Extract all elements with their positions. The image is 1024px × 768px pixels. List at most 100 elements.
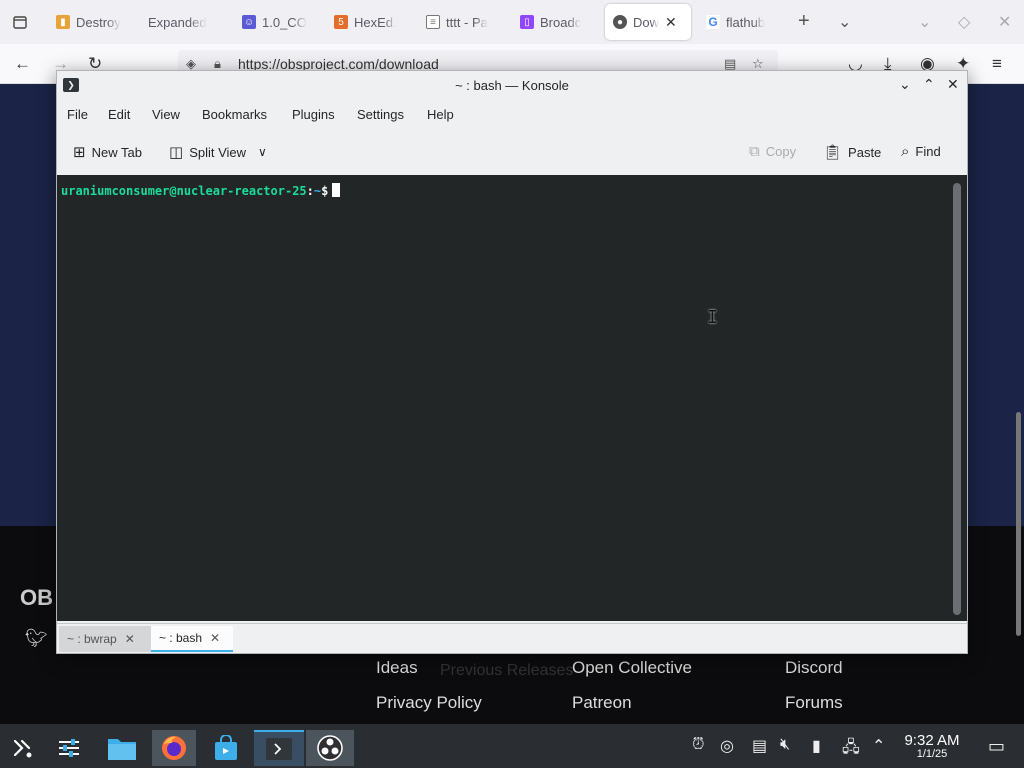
menu-icon[interactable]: ≡ xyxy=(992,54,1002,74)
show-hidden-icons-icon[interactable]: ⌃ xyxy=(872,736,885,756)
tab-title: 1.0_CO xyxy=(262,14,307,30)
bookmark-icon: ▮ xyxy=(56,15,70,29)
prompt-symbol: $ xyxy=(321,184,329,198)
page-icon: ≡ xyxy=(426,15,440,29)
konsole-window: ❯ ~ : bash — Konsole ⌄ ⌃ ✕ File Edit Vie… xyxy=(56,70,968,654)
minimize-icon[interactable]: ⌄ xyxy=(918,12,931,32)
obs-tray-icon[interactable]: ◎ xyxy=(720,736,734,756)
show-desktop-icon[interactable]: ▭ xyxy=(988,736,1005,757)
find-button[interactable]: ⌕ Find xyxy=(901,143,941,160)
split-view-icon: ◫ xyxy=(169,144,184,161)
link-privacy-policy[interactable]: Privacy Policy xyxy=(376,693,482,713)
google-icon: G xyxy=(706,15,720,29)
tab-title: Expanded xyxy=(148,14,207,30)
browser-tab-bar: ▮ Destroy Expanded ☺ 1.0_CO 5 HexEd. ≡ t… xyxy=(0,0,1024,44)
prompt-separator: : xyxy=(306,184,314,198)
minimize-window-icon[interactable]: ⌄ xyxy=(899,76,911,93)
storage-device-icon[interactable]: ▮ xyxy=(812,736,821,756)
previous-releases-text: Previous Releases xyxy=(440,662,574,679)
tab-title: Destroy xyxy=(76,14,121,30)
discover-store-icon[interactable] xyxy=(204,730,248,766)
clock-date[interactable]: 1/1/25 xyxy=(900,748,964,760)
tab-title: flathub xyxy=(726,14,766,30)
copy-button[interactable]: ⧉ Copy xyxy=(749,143,796,160)
browser-tab[interactable]: Expanded xyxy=(140,4,222,40)
file-manager-icon[interactable] xyxy=(100,730,144,766)
volume-muted-icon[interactable]: 🔇︎ xyxy=(780,736,790,754)
clock-time[interactable]: 9:32 AM xyxy=(900,732,964,749)
konsole-title-bar[interactable]: ❯ ~ : bash — Konsole ⌄ ⌃ ✕ xyxy=(57,71,967,99)
split-view-label: Split View xyxy=(189,144,247,160)
browser-tab-active[interactable]: ● Dow ✕ xyxy=(605,4,691,40)
link-patreon[interactable]: Patreon xyxy=(572,693,632,713)
chevron-down-icon[interactable]: ⌄ xyxy=(838,12,851,32)
split-view-button[interactable]: ◫ Split View ∨ xyxy=(169,143,267,161)
browser-tab[interactable]: G flathub xyxy=(698,4,786,40)
twitch-icon: ▯ xyxy=(520,15,534,29)
menu-edit[interactable]: Edit xyxy=(108,107,130,122)
firefox-icon[interactable] xyxy=(152,730,196,766)
chevron-down-icon[interactable]: ∨ xyxy=(258,145,267,159)
maximize-window-icon[interactable]: ⌃ xyxy=(923,76,935,93)
network-icon[interactable]: 🖧︎ xyxy=(842,736,860,763)
twitter-icon[interactable]: 🐦︎ xyxy=(25,628,48,649)
paste-button[interactable]: 📋︎ Paste xyxy=(823,143,881,161)
tab-title: Dow xyxy=(633,14,660,30)
close-icon[interactable]: ✕ xyxy=(998,12,1011,32)
link-ideas[interactable]: Ideas xyxy=(376,658,418,678)
menu-plugins[interactable]: Plugins xyxy=(292,107,335,122)
notifications-icon[interactable]: ⏰︎ xyxy=(692,736,704,754)
new-tab-button[interactable]: ⊞ New Tab xyxy=(73,143,142,161)
paste-icon: 📋︎ xyxy=(823,144,843,161)
link-discord[interactable]: Discord xyxy=(785,658,843,678)
terminal-tab-label: ~ : bash xyxy=(159,631,203,645)
tab-title: tttt - Pa xyxy=(446,14,488,30)
terminal-area[interactable]: uraniumconsumer@nuclear-reactor-25:~$ xyxy=(57,175,967,621)
close-tab-icon[interactable]: ✕ xyxy=(210,631,220,645)
text-cursor xyxy=(332,183,341,197)
maximize-icon[interactable]: ◇ xyxy=(958,12,970,32)
close-window-icon[interactable]: ✕ xyxy=(947,76,959,93)
menu-file[interactable]: File xyxy=(67,107,88,122)
page-scrollbar[interactable] xyxy=(1016,412,1021,636)
shell-prompt: uraniumconsumer@nuclear-reactor-25:~$ xyxy=(61,183,341,198)
obs-studio-icon[interactable] xyxy=(306,730,354,766)
link-open-collective[interactable]: Open Collective xyxy=(572,658,692,678)
terminal-tab-bwrap[interactable]: ~ : bwrap ✕ xyxy=(59,626,151,652)
html-icon: 5 xyxy=(334,15,348,29)
menu-bookmarks[interactable]: Bookmarks xyxy=(202,107,267,122)
browser-tab[interactable]: 5 HexEd. xyxy=(326,4,412,40)
paste-label: Paste xyxy=(848,144,882,160)
find-label: Find xyxy=(915,144,941,159)
browser-tab[interactable]: ≡ tttt - Pa xyxy=(418,4,508,40)
list-all-tabs-icon[interactable] xyxy=(6,4,34,40)
close-tab-icon[interactable]: ✕ xyxy=(665,14,677,31)
clipboard-icon[interactable]: ▤ xyxy=(752,736,767,756)
obs-icon: ● xyxy=(613,15,627,29)
taskbar: ⏰︎ ◎ ▤ 🔇︎ ▮ 🖧︎ ⌃ ▭ xyxy=(0,724,1024,768)
terminal-tab-bash[interactable]: ~ : bash ✕ xyxy=(151,626,233,652)
application-launcher-icon[interactable] xyxy=(0,730,44,766)
konsole-task-icon[interactable] xyxy=(254,730,304,766)
tab-title: HexEd. xyxy=(354,14,397,30)
link-forums[interactable]: Forums xyxy=(785,693,843,713)
menu-help[interactable]: Help xyxy=(427,107,454,122)
browser-tab[interactable]: ▮ Destroy xyxy=(48,4,136,40)
terminal-scrollbar[interactable] xyxy=(953,183,961,615)
copy-label: Copy xyxy=(765,144,797,159)
terminal-tab-bar: ~ : bwrap ✕ ~ : bash ✕ xyxy=(57,623,967,653)
mouse-ibeam-cursor: I xyxy=(707,307,718,328)
system-settings-icon[interactable] xyxy=(47,730,91,766)
menu-settings[interactable]: Settings xyxy=(357,107,404,122)
menu-view[interactable]: View xyxy=(152,107,180,122)
robot-icon: ☺ xyxy=(242,15,256,29)
tab-title: Broadc xyxy=(540,14,582,30)
back-icon[interactable]: ← xyxy=(14,54,31,74)
close-tab-icon[interactable]: ✕ xyxy=(125,632,135,646)
browser-tab[interactable]: ☺ 1.0_CO xyxy=(234,4,320,40)
browser-tab[interactable]: ▯ Broadc xyxy=(512,4,600,40)
site-logo[interactable]: OB xyxy=(20,585,53,611)
prompt-user-host: uraniumconsumer@nuclear-reactor-25 xyxy=(61,184,307,198)
search-icon: ⌕ xyxy=(901,143,910,160)
new-tab-icon[interactable]: + xyxy=(798,10,810,33)
